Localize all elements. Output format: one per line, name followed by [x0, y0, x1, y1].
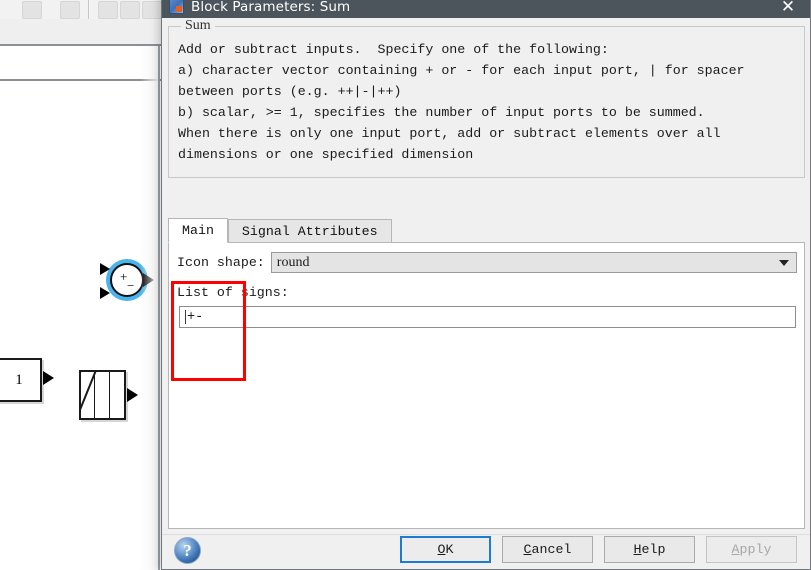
icon-shape-row: Icon shape: round: [177, 252, 797, 273]
simulink-block-icon: [169, 0, 184, 14]
text-caret: [185, 310, 186, 324]
tab-main[interactable]: Main: [168, 218, 228, 243]
sequence-divider-1: [94, 372, 95, 418]
apply-button-mnemonic: A: [731, 542, 740, 557]
sum-block-minus-sign: −: [127, 278, 135, 293]
cancel-button-mnemonic: C: [523, 542, 532, 557]
constant-block[interactable]: 1: [0, 358, 42, 402]
apply-button: Apply: [706, 536, 797, 563]
block-parameters-dialog: Block Parameters: Sum ✕ Sum Add or subtr…: [161, 0, 811, 570]
sum-block[interactable]: + −: [110, 263, 144, 297]
close-icon[interactable]: ✕: [766, 0, 810, 18]
list-of-signs-value: +-: [187, 309, 204, 325]
help-icon[interactable]: ?: [174, 537, 201, 564]
dialog-title: Block Parameters: Sum: [191, 0, 351, 15]
list-of-signs-label: List of signs:: [177, 285, 289, 300]
description-legend: Sum: [181, 18, 215, 34]
canvas-divider: [158, 46, 160, 570]
sequence-divider-2: [109, 372, 110, 418]
toolbar-icon-5[interactable]: [142, 1, 162, 19]
toolbar-icon-4[interactable]: [120, 1, 140, 19]
help-button-mnemonic: H: [633, 542, 642, 557]
help-button-label: elp: [641, 542, 666, 557]
dialog-body: Sum Add or subtract inputs. Specify one …: [162, 18, 810, 569]
repeating-sequence-output-port: [127, 388, 138, 402]
sum-block-input-port-2: [100, 287, 110, 299]
cancel-button-label: ancel: [531, 542, 572, 557]
toolbar-icon-1[interactable]: [22, 1, 42, 19]
screen: 1 + − Block Parameters: Sum ✕ Sum Add or…: [0, 0, 811, 570]
toolbar-icon-2[interactable]: [60, 1, 80, 19]
chevron-down-icon: [779, 259, 789, 266]
ok-button-label: K: [445, 542, 454, 557]
icon-shape-label: Icon shape:: [177, 255, 265, 270]
canvas-fade: [140, 46, 160, 570]
dialog-footer: ? OK Cancel Help Apply: [162, 534, 810, 569]
tab-panel-main: Icon shape: round List of signs: +-: [168, 242, 805, 529]
constant-block-label: 1: [15, 371, 23, 388]
help-button[interactable]: Help: [604, 536, 695, 563]
toolbar-separator-1: [88, 0, 89, 19]
dialog-titlebar[interactable]: Block Parameters: Sum ✕: [162, 0, 810, 18]
footer-divider: [162, 534, 810, 535]
apply-button-label: pply: [739, 542, 772, 557]
sum-block-input-port-1: [100, 263, 110, 275]
icon-shape-select[interactable]: round: [270, 252, 797, 273]
icon-shape-value: round: [276, 254, 310, 270]
description-groupbox: Sum Add or subtract inputs. Specify one …: [168, 18, 805, 178]
repeating-sequence-block[interactable]: [79, 370, 126, 420]
constant-block-output-port: [43, 371, 54, 385]
sequence-ramp-2: [81, 372, 82, 418]
tabbar: Main Signal Attributes: [168, 218, 805, 243]
tab-signal-attributes[interactable]: Signal Attributes: [227, 219, 392, 243]
toolbar-icon-3[interactable]: [98, 1, 118, 19]
ok-button[interactable]: OK: [400, 536, 491, 563]
list-of-signs-input[interactable]: +-: [179, 306, 796, 328]
description-text: Add or subtract inputs. Specify one of t…: [178, 42, 745, 162]
cancel-button[interactable]: Cancel: [502, 536, 593, 563]
dialog-button-group: OK Cancel Help Apply: [400, 536, 797, 563]
ok-button-mnemonic: O: [437, 542, 446, 557]
